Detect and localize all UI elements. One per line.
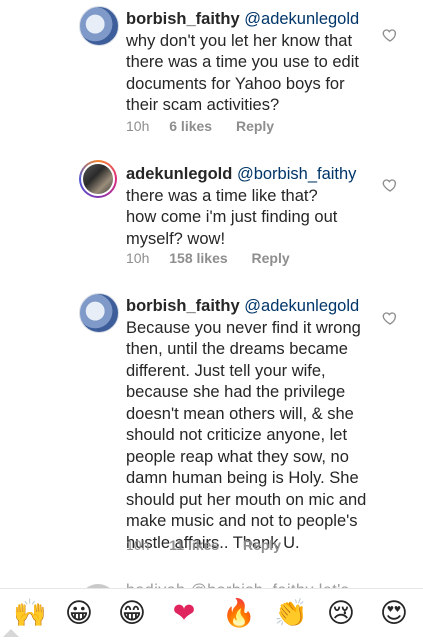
comment-mention[interactable]: @adekunlegold xyxy=(244,297,359,315)
comment-line: documents for Yahoo boys for xyxy=(126,74,345,93)
comment-meta: 10h 6 likes Reply xyxy=(126,118,290,134)
comment-time: 10h xyxy=(126,118,150,134)
likes-count[interactable]: 6 likes xyxy=(169,118,212,134)
grinning-face-icon[interactable]: 😀 xyxy=(64,599,94,629)
avatar[interactable] xyxy=(79,293,119,333)
raising-hands-icon[interactable]: 🙌 xyxy=(13,599,47,629)
comment-line: different. Just tell your wife, xyxy=(126,361,326,380)
comment-line: Because you never find it wrong xyxy=(126,318,361,337)
comment-line: there was a time you use to edit xyxy=(126,53,359,71)
comment-username[interactable]: borbish_faithy xyxy=(126,297,240,315)
grinning-smiling-eyes-icon[interactable]: 😁 xyxy=(117,599,147,629)
like-heart-icon[interactable] xyxy=(382,310,398,326)
reply-button[interactable]: Reply xyxy=(236,118,274,134)
fire-icon[interactable]: 🔥 xyxy=(222,599,256,629)
comment-username[interactable]: adekunlegold xyxy=(126,165,232,183)
likes-count[interactable]: 158 likes xyxy=(169,250,227,266)
comment-line: make music and not to people's xyxy=(126,512,358,530)
reply-button[interactable]: Reply xyxy=(252,250,290,266)
comment-line: myself? wow! xyxy=(126,229,226,248)
likes-count[interactable]: 11 likes xyxy=(169,537,219,553)
comment-line: why don't you let her know that xyxy=(126,31,353,50)
emoji-bar: 🙌 😀 😁 ❤ 🔥 👏 😢 😍 xyxy=(0,588,423,641)
reply-button[interactable]: Reply xyxy=(243,537,281,553)
comment-line: should not criticize anyone, let xyxy=(126,426,348,444)
comment-text: borbish_faithy @adekunlegold Because you… xyxy=(126,296,381,554)
comment-line: should put her mouth on mic and xyxy=(126,490,367,509)
comment-meta: 10h 11 likes Reply xyxy=(126,537,297,553)
comment-text: borbish_faithy @adekunlegold why don't y… xyxy=(126,9,381,117)
comment-line: there was a time like that? xyxy=(126,186,318,205)
comment-line: how come i'm just finding out xyxy=(126,208,338,226)
comment-time: 10h xyxy=(126,250,150,266)
heart-icon[interactable]: ❤ xyxy=(169,599,199,629)
comment-line: because she had the privilege xyxy=(126,383,346,401)
comment-text: adekunlegold @borbish_faithy there was a… xyxy=(126,164,381,250)
comment-line: doesn't mean others will, & she xyxy=(126,404,354,423)
avatar[interactable] xyxy=(79,6,119,46)
comment-mention[interactable]: @borbish_faithy xyxy=(237,165,356,183)
comment-username[interactable]: borbish_faithy xyxy=(126,10,240,28)
like-heart-icon[interactable] xyxy=(382,27,398,43)
clapping-hands-icon[interactable]: 👏 xyxy=(274,599,308,629)
avatar[interactable] xyxy=(79,160,117,198)
comment-meta: 10h 158 likes Reply xyxy=(126,250,306,266)
comment-line: damn human being is Holy. She xyxy=(126,469,359,487)
comment-mention[interactable]: @adekunlegold xyxy=(244,10,359,28)
comment-line: their scam activities? xyxy=(126,96,280,114)
like-heart-icon[interactable] xyxy=(382,177,398,193)
sad-face-icon[interactable]: 😢 xyxy=(326,599,356,629)
expand-triangle-icon[interactable] xyxy=(3,629,19,637)
comment-line: people reap what they sow, no xyxy=(126,447,349,466)
comment-time: 10h xyxy=(126,537,150,553)
heart-eyes-icon[interactable]: 😍 xyxy=(379,599,409,629)
comment-line: then, until the dreams became xyxy=(126,340,348,358)
